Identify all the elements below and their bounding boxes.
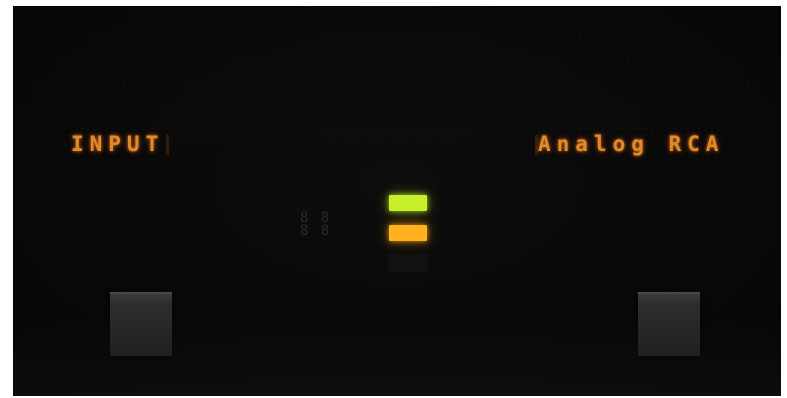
device-panel: INPUT Analog RCA 8 8 8 8	[13, 6, 781, 396]
status-led-amber	[389, 225, 427, 241]
display-label-input: INPUT	[71, 132, 170, 156]
status-led-green	[389, 195, 427, 211]
unlit-segment-digits: 8 8 8 8	[300, 210, 332, 239]
display-cursor-block	[166, 135, 170, 155]
display-value-source: Analog RCA	[533, 132, 724, 156]
device-front-panel-photo: INPUT Analog RCA 8 8 8 8	[0, 0, 787, 398]
display-right-text: Analog RCA	[538, 132, 725, 156]
status-led-off	[389, 255, 427, 271]
display-left-text: INPUT	[71, 132, 165, 156]
bottom-shadow	[13, 316, 781, 396]
display-dot-matrix-background	[13, 6, 781, 146]
